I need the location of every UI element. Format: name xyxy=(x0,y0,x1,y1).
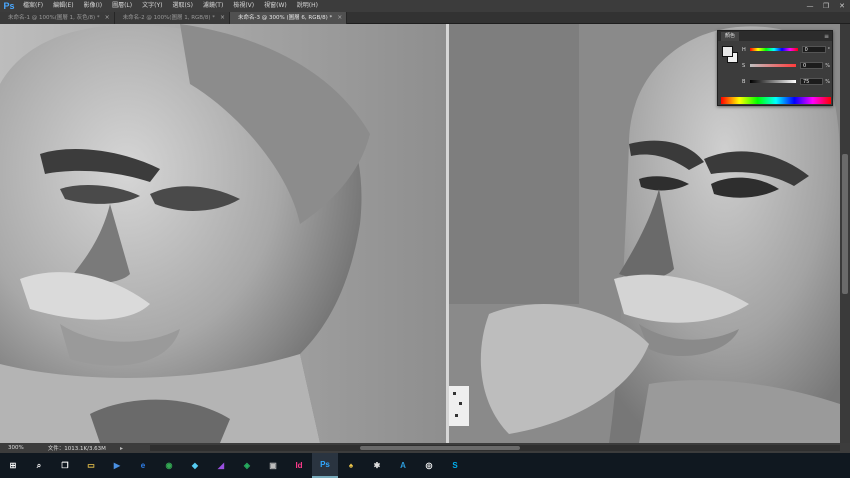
slider-label: S xyxy=(742,62,746,69)
menu-filter[interactable]: 濾鏡(T) xyxy=(198,0,228,12)
slider-unit: % xyxy=(825,78,830,85)
app-icon-1[interactable]: ◆ xyxy=(182,453,208,478)
saturation-slider[interactable] xyxy=(749,64,796,67)
menu-image[interactable]: 影像(I) xyxy=(79,0,107,12)
app-icon-1-glyph: ◆ xyxy=(191,460,199,470)
minimize-button[interactable]: — xyxy=(802,0,818,12)
menu-edit[interactable]: 編輯(E) xyxy=(48,0,78,12)
close-icon[interactable]: × xyxy=(220,12,225,24)
windows-taskbar: ⊞ ⌕ ❐ ▭ ▶ e ◉ ◆ ◢ ◈ ▣ Id Ps ♠ ✱ A ◎ S xyxy=(0,453,850,478)
app-icon-3-glyph: ◈ xyxy=(243,460,251,470)
tab-label: 未命名-3 @ 300% (圖層 6, RGB/8) * xyxy=(238,15,333,21)
menu-help[interactable]: 說明(H) xyxy=(292,0,323,12)
media-player-icon[interactable]: ▶ xyxy=(104,453,130,478)
app-icon-7-glyph: A xyxy=(400,460,406,470)
close-window-button[interactable]: ✕ xyxy=(834,0,850,12)
media-player-icon-glyph: ▶ xyxy=(113,460,121,470)
search-icon-glyph: ⌕ xyxy=(36,460,42,470)
maximize-button[interactable]: ❐ xyxy=(818,0,834,12)
app-icon-4[interactable]: ▣ xyxy=(260,453,286,478)
slider-label: B xyxy=(742,78,746,85)
task-view-icon[interactable]: ❐ xyxy=(52,453,78,478)
color-panel-tab[interactable]: 顏色 xyxy=(721,31,740,41)
menu-bar: Ps 檔案(F) 編輯(E) 影像(I) 圖層(L) 文字(Y) 選取(S) 濾… xyxy=(0,0,850,12)
window-controls: — ❐ ✕ xyxy=(802,0,850,12)
menu-type[interactable]: 文字(Y) xyxy=(137,0,167,12)
color-panel: 顏色 ≡ H 0 ° S 0 % B 75 % xyxy=(717,30,833,106)
document-info: 文件：1013.1K/3.63M xyxy=(47,446,106,452)
brightness-slider[interactable] xyxy=(749,80,796,83)
scrollbar-thumb[interactable] xyxy=(360,446,520,450)
reference-photo xyxy=(0,24,448,443)
slider-unit: % xyxy=(825,62,830,69)
app-icon-7[interactable]: A xyxy=(390,453,416,478)
status-menu-arrow-icon[interactable]: ▸ xyxy=(106,445,123,452)
file-explorer-icon-glyph: ▭ xyxy=(87,460,95,470)
task-view-icon-glyph: ❐ xyxy=(61,460,69,470)
saturation-value-input[interactable]: 0 xyxy=(799,62,824,69)
search-icon[interactable]: ⌕ xyxy=(26,453,52,478)
panel-menu-icon[interactable]: ≡ xyxy=(824,33,829,40)
hue-value-input[interactable]: 0 xyxy=(801,46,826,53)
skype-icon-glyph: S xyxy=(452,460,458,470)
tab-label: 未命名-1 @ 100%(圖層 1, 灰色/8) * xyxy=(8,15,100,21)
panel-header: 顏色 ≡ xyxy=(718,31,832,41)
tab-label: 未命名-2 @ 100%(圖層 1, RGB/8) * xyxy=(122,15,216,21)
edge-browser-icon[interactable]: e xyxy=(130,453,156,478)
menu-file[interactable]: 檔案(F) xyxy=(18,0,48,12)
photoshop-window: Ps 檔案(F) 編輯(E) 影像(I) 圖層(L) 文字(Y) 選取(S) 濾… xyxy=(0,0,850,478)
close-icon[interactable]: × xyxy=(105,12,110,24)
app-icon-4-glyph: ▣ xyxy=(269,460,277,470)
chrome-browser-icon-glyph: ◉ xyxy=(165,460,173,470)
hue-slider-row: H 0 ° xyxy=(742,45,830,54)
windows-start-icon[interactable]: ⊞ xyxy=(0,453,26,478)
brightness-slider-row: B 75 % xyxy=(742,77,830,86)
brightness-value-input[interactable]: 75 xyxy=(799,78,824,85)
foreground-color-swatch[interactable] xyxy=(722,46,733,57)
slider-label: H xyxy=(742,46,746,53)
app-icon-8-glyph: ◎ xyxy=(425,460,433,470)
horizontal-scrollbar[interactable] xyxy=(150,445,840,451)
document-tab-bar: 未命名-1 @ 100%(圖層 1, 灰色/8) * × 未命名-2 @ 100… xyxy=(0,12,850,24)
indesign-icon-glyph: Id xyxy=(295,460,303,470)
slider-unit: ° xyxy=(827,46,831,53)
app-icon-3[interactable]: ◈ xyxy=(234,453,260,478)
zoom-level[interactable]: 300% xyxy=(0,445,28,451)
windows-start-icon-glyph: ⊞ xyxy=(9,460,17,470)
menu-select[interactable]: 選取(S) xyxy=(167,0,198,12)
saturation-slider-row: S 0 % xyxy=(742,61,830,70)
edge-browser-icon-glyph: e xyxy=(140,460,146,470)
photoshop-icon-glyph: Ps xyxy=(320,459,330,469)
chrome-browser-icon[interactable]: ◉ xyxy=(156,453,182,478)
app-icon-2-glyph: ◢ xyxy=(217,460,225,470)
app-icon-5-glyph: ♠ xyxy=(348,460,354,470)
app-icon-8[interactable]: ◎ xyxy=(416,453,442,478)
close-icon[interactable]: × xyxy=(337,12,342,24)
photoshop-logo: Ps xyxy=(3,1,15,11)
status-bar: 300% 文件：1013.1K/3.63M ▸ xyxy=(0,443,850,453)
color-spectrum-ramp[interactable] xyxy=(721,97,831,104)
scrollbar-thumb[interactable] xyxy=(842,154,848,294)
hue-slider[interactable] xyxy=(749,48,798,51)
menu-window[interactable]: 視窗(W) xyxy=(259,0,292,12)
app-icon-6[interactable]: ✱ xyxy=(364,453,390,478)
app-icon-6-glyph: ✱ xyxy=(373,460,381,470)
indesign-icon[interactable]: Id xyxy=(286,453,312,478)
menu-layer[interactable]: 圖層(L) xyxy=(107,0,137,12)
menu-view[interactable]: 檢視(V) xyxy=(228,0,259,12)
file-explorer-icon[interactable]: ▭ xyxy=(78,453,104,478)
app-icon-2[interactable]: ◢ xyxy=(208,453,234,478)
app-icon-5[interactable]: ♠ xyxy=(338,453,364,478)
skype-icon[interactable]: S xyxy=(442,453,468,478)
document-tab-1[interactable]: 未命名-1 @ 100%(圖層 1, 灰色/8) * × xyxy=(0,12,115,24)
document-tab-3[interactable]: 未命名-3 @ 300% (圖層 6, RGB/8) * × xyxy=(230,12,348,24)
vertical-scrollbar[interactable] xyxy=(840,24,850,443)
document-tab-2[interactable]: 未命名-2 @ 100%(圖層 1, RGB/8) * × xyxy=(114,12,231,24)
photoshop-icon[interactable]: Ps xyxy=(312,453,338,478)
